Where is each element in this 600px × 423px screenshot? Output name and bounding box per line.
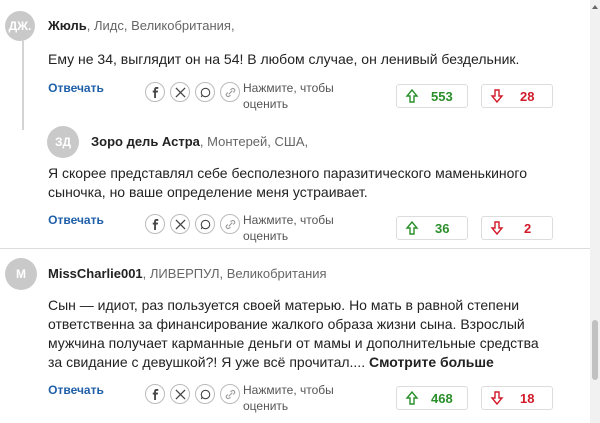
downvote-button[interactable]: 28	[481, 84, 553, 108]
downvote-count: 28	[520, 88, 535, 104]
scroll-thumb[interactable]	[592, 320, 598, 380]
author-location: , ЛИВЕРПУЛ, Великобритания	[142, 266, 327, 281]
thread-line	[22, 40, 24, 130]
avatar: M	[5, 258, 37, 290]
upvote-button[interactable]: 553	[396, 84, 468, 108]
downvote-button[interactable]: 18	[481, 386, 553, 410]
downvote-count: 18	[520, 390, 535, 406]
link-icon[interactable]	[220, 214, 240, 234]
whatsapp-icon[interactable]	[195, 384, 215, 404]
upvote-count: 468	[431, 390, 453, 406]
link-icon[interactable]	[220, 384, 240, 404]
link-icon[interactable]	[220, 82, 240, 102]
downvote-count: 2	[524, 220, 532, 236]
scroll-up-icon[interactable]	[591, 3, 599, 11]
author-name[interactable]: Зоро дель Астра	[91, 134, 200, 149]
whatsapp-icon[interactable]	[195, 82, 215, 102]
comment-text: Сын — идиот, раз пользуется своей матерь…	[48, 296, 548, 372]
author-location: , Лидс, Великобритания,	[86, 18, 235, 33]
comment-reply: ЗД Зоро дель Астра, Монтерей, США, Я ско…	[0, 124, 590, 248]
comment-text: Ему не 34, выглядит он на 54! В любом сл…	[48, 51, 520, 67]
reply-button[interactable]: Отвечать	[48, 80, 104, 97]
arrow-up-icon	[405, 391, 419, 405]
arrow-up-icon	[405, 89, 419, 103]
facebook-icon[interactable]	[145, 384, 165, 404]
author-location: , Монтерей, США,	[199, 134, 309, 149]
avatar: ЗД	[47, 126, 79, 158]
upvote-button[interactable]: 468	[396, 386, 468, 410]
divider	[0, 248, 590, 249]
reply-button[interactable]: Отвечать	[48, 382, 104, 399]
see-more-link[interactable]: Смотрите больше	[369, 354, 494, 370]
facebook-icon[interactable]	[145, 82, 165, 102]
arrow-down-icon	[490, 89, 504, 103]
comment: M MissCharlie001, ЛИВЕРПУЛ, Великобритан…	[0, 252, 590, 423]
author-name[interactable]: MissCharlie001	[48, 266, 143, 281]
rate-label: Нажмите, чтобы оценить	[243, 213, 334, 243]
author-name[interactable]: Жюль	[48, 18, 87, 33]
scrollbar[interactable]	[590, 0, 600, 423]
comment: ДЖ. Жюль, Лидс, Великобритания, Ему не 3…	[0, 0, 590, 130]
arrow-up-icon	[405, 221, 419, 235]
comment-author: MissCharlie001, ЛИВЕРПУЛ, Великобритания	[48, 266, 327, 281]
upvote-count: 36	[435, 220, 450, 236]
downvote-button[interactable]: 2	[481, 216, 553, 240]
rate-label: Нажмите, чтобы оценить	[243, 81, 334, 111]
comment-text: Я скорее представлял себе бесполезного п…	[48, 165, 528, 200]
x-icon[interactable]	[170, 214, 190, 234]
upvote-button[interactable]: 36	[396, 216, 468, 240]
whatsapp-icon[interactable]	[195, 214, 215, 234]
arrow-down-icon	[490, 391, 504, 405]
x-icon[interactable]	[170, 384, 190, 404]
avatar: ДЖ.	[5, 11, 35, 41]
reply-button[interactable]: Отвечать	[48, 212, 104, 229]
x-icon[interactable]	[170, 82, 190, 102]
facebook-icon[interactable]	[145, 214, 165, 234]
rate-label: Нажмите, чтобы оценить	[243, 383, 334, 413]
comment-author: Жюль, Лидс, Великобритания,	[48, 18, 235, 33]
comment-author: Зоро дель Астра, Монтерей, США,	[91, 134, 308, 149]
arrow-down-icon	[490, 221, 504, 235]
upvote-count: 553	[431, 88, 453, 104]
